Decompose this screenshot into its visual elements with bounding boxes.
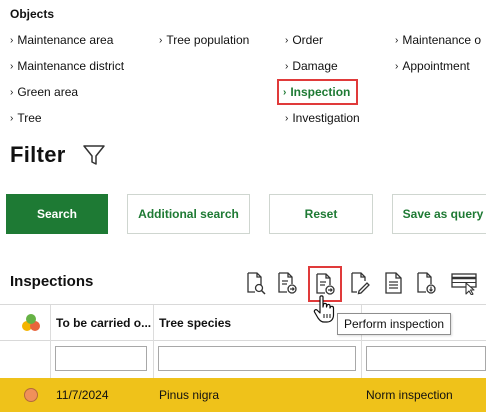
document-forward-icon[interactable] <box>274 268 300 298</box>
column-header-tree-species[interactable]: Tree species <box>159 316 231 330</box>
chevron-right-icon: › <box>283 87 287 98</box>
view-document-icon[interactable] <box>243 268 269 298</box>
nav-item-appointment[interactable]: › Appointment <box>395 57 470 75</box>
nav-item-label: Maintenance area <box>17 33 114 47</box>
document-download-icon[interactable] <box>413 268 439 298</box>
edit-document-icon[interactable] <box>347 268 373 298</box>
nav-item-damage[interactable]: › Damage <box>285 57 338 75</box>
filter-funnel-icon[interactable] <box>82 143 106 167</box>
save-as-query-button[interactable]: Save as query <box>392 194 486 234</box>
chevron-right-icon: › <box>10 35 14 46</box>
nav-item-label: Investigation <box>292 111 360 125</box>
nav-item-label: Maintenance o <box>402 33 482 47</box>
nav-item-order[interactable]: › Order <box>285 31 323 49</box>
nav-item-tree-population[interactable]: › Tree population <box>159 31 249 49</box>
nav-item-maintenance-area[interactable]: › Maintenance area <box>10 31 113 49</box>
nav-item-label: Tree population <box>166 33 250 47</box>
chevron-right-icon: › <box>395 35 399 46</box>
column-separator <box>50 305 51 379</box>
chevron-right-icon: › <box>10 61 14 72</box>
document-list-icon[interactable] <box>381 268 407 298</box>
table-row[interactable]: 11/7/2024 Pinus nigra Norm inspection <box>0 378 486 412</box>
nav-item-green-area[interactable]: › Green area <box>10 83 78 101</box>
nav-item-label: Damage <box>292 59 338 73</box>
tree-species-cell: Pinus nigra <box>159 388 220 402</box>
nav-item-inspection[interactable]: › Inspection <box>277 79 359 105</box>
filter-heading: Filter <box>10 142 66 167</box>
column-header-due-date[interactable]: To be carried o... <box>56 316 151 330</box>
nav-item-label: Appointment <box>402 59 470 73</box>
chevron-right-icon: › <box>285 35 289 46</box>
chevron-right-icon: › <box>10 113 14 124</box>
hand-cursor-icon <box>313 294 337 324</box>
inspection-type-cell: Norm inspection <box>366 388 453 402</box>
nav-item-investigation[interactable]: › Investigation <box>285 109 360 127</box>
nav-item-label: Tree <box>17 111 42 125</box>
nav-item-maintenance-order[interactable]: › Maintenance o <box>395 31 481 49</box>
column-separator <box>153 305 154 379</box>
tree-species-filter-input[interactable] <box>158 346 356 371</box>
chevron-right-icon: › <box>285 61 289 72</box>
status-indicator <box>24 388 38 402</box>
objects-heading: Objects <box>10 7 55 21</box>
nav-item-label: Green area <box>17 85 79 99</box>
inspection-type-filter-input[interactable] <box>366 346 486 371</box>
nav-item-maintenance-district[interactable]: › Maintenance district <box>10 57 124 75</box>
due-date-filter-input[interactable] <box>55 346 147 371</box>
additional-search-button[interactable]: Additional search <box>127 194 250 234</box>
due-date-cell: 11/7/2024 <box>56 388 109 402</box>
nav-item-label: Maintenance district <box>17 59 125 73</box>
status-column-icon <box>20 313 42 333</box>
nav-item-label: Inspection <box>290 85 351 99</box>
nav-item-tree[interactable]: › Tree <box>10 109 42 127</box>
inspections-heading: Inspections <box>10 273 94 290</box>
nav-item-label: Order <box>292 33 324 47</box>
reset-button[interactable]: Reset <box>269 194 373 234</box>
chevron-right-icon: › <box>395 61 399 72</box>
perform-inspection-tooltip: Perform inspection <box>337 313 452 335</box>
table-select-icon[interactable] <box>449 268 481 298</box>
chevron-right-icon: › <box>285 113 289 124</box>
chevron-right-icon: › <box>10 87 14 98</box>
search-button[interactable]: Search <box>6 194 108 234</box>
chevron-right-icon: › <box>159 35 163 46</box>
